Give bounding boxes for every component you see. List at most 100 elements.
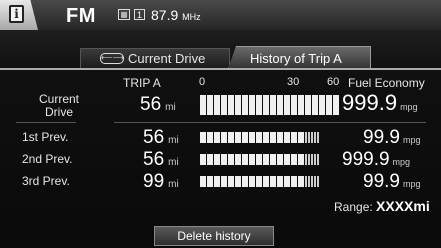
economy-bar-segment xyxy=(249,132,255,143)
economy-bar-segment xyxy=(317,176,319,187)
row-divider xyxy=(16,122,76,123)
economy-bar-segment xyxy=(249,176,255,187)
economy-bar-segment xyxy=(291,176,297,187)
economy-bar-segment xyxy=(200,95,206,115)
economy-bar-segment xyxy=(284,154,290,165)
economy-bar-segment xyxy=(228,176,234,187)
scale-0-label: 0 xyxy=(199,76,206,88)
band-label: FM xyxy=(66,5,96,27)
economy-bar-segment xyxy=(235,176,241,187)
economy-bar-segment xyxy=(298,132,304,143)
economy-bar-segment xyxy=(256,132,262,143)
economy-bar-segment xyxy=(284,176,290,187)
economy-bar-segment xyxy=(221,95,227,115)
economy-bar-segment xyxy=(214,95,220,115)
economy-bar-segment xyxy=(308,154,310,165)
row-label-current-drive: Current Drive xyxy=(38,92,79,119)
tab-underline xyxy=(0,68,441,70)
economy-value-2nd: 999.9 mpg xyxy=(342,149,411,170)
economy-bar-segment xyxy=(298,176,304,187)
economy-bar-segment xyxy=(221,154,227,165)
economy-bar-segment xyxy=(200,132,206,143)
current-drive-icon: ⟵⟶ xyxy=(100,53,124,64)
economy-bar-segment xyxy=(263,95,269,115)
economy-bar-segment xyxy=(228,95,234,115)
economy-bar-segment xyxy=(256,95,262,115)
economy-bar-segment xyxy=(277,154,283,165)
economy-bar-segment xyxy=(277,176,283,187)
economy-bar-segment xyxy=(317,154,319,165)
scale-30-label: 30 xyxy=(287,76,300,88)
economy-bar-segment xyxy=(305,132,307,143)
economy-bar-segment xyxy=(308,132,310,143)
economy-value-3rd: 99.9 mpg xyxy=(363,171,421,192)
tab-current-drive-label: Current Drive xyxy=(128,51,206,66)
scale-60-label: 60 xyxy=(327,76,340,88)
economy-bar-segment xyxy=(326,95,332,115)
economy-bar-segment xyxy=(228,154,234,165)
row-label-1st-prev: 1st Prev. xyxy=(22,130,69,144)
economy-bar-segment xyxy=(333,95,339,115)
delete-history-button[interactable]: Delete history xyxy=(154,226,274,246)
row-label-2nd-prev: 2nd Prev. xyxy=(22,152,73,166)
economy-value-current: 999.9 mpg xyxy=(342,90,418,115)
frequency: 87.9 MHz xyxy=(151,7,201,23)
economy-bar-segment xyxy=(228,132,234,143)
economy-bar-segment xyxy=(291,154,297,165)
tab-history-label: History of Trip A xyxy=(250,51,342,66)
trip-value-current: 56 mi xyxy=(140,94,176,115)
economy-bar-2nd xyxy=(200,154,319,165)
economy-bar-segment xyxy=(298,154,304,165)
economy-bar-segment xyxy=(314,132,316,143)
economy-bar-segment xyxy=(312,95,318,115)
economy-bar-segment xyxy=(270,95,276,115)
row-label-3rd-prev: 3rd Prev. xyxy=(22,174,70,188)
economy-value-1st: 99.9 mpg xyxy=(363,127,421,148)
economy-bar-segment xyxy=(242,132,248,143)
economy-bar-segment xyxy=(200,154,206,165)
economy-bar-segment xyxy=(221,176,227,187)
economy-bar-segment xyxy=(249,95,255,115)
range-readout: Range: XXXXmi xyxy=(334,198,430,214)
economy-bar-segment xyxy=(263,176,269,187)
economy-bar-segment xyxy=(207,176,213,187)
economy-bar-1st xyxy=(200,132,319,143)
economy-bar-segment xyxy=(284,95,290,115)
economy-bar-segment xyxy=(317,132,319,143)
economy-bar-segment xyxy=(270,154,276,165)
economy-bar-segment xyxy=(214,176,220,187)
info-icon: i xyxy=(9,5,24,23)
economy-bar-segment xyxy=(277,132,283,143)
economy-bar-segment xyxy=(207,95,213,115)
economy-bar-segment xyxy=(314,176,316,187)
economy-bar-segment xyxy=(214,132,220,143)
economy-bar-segment xyxy=(308,176,310,187)
economy-bar-segment xyxy=(235,132,241,143)
economy-bar-segment xyxy=(200,176,206,187)
economy-bar-segment xyxy=(214,154,220,165)
economy-bar-segment xyxy=(277,95,283,115)
economy-bar-segment xyxy=(298,95,304,115)
row-divider xyxy=(114,122,426,123)
trip-value-1st: 56 mi xyxy=(143,127,179,148)
economy-bar-3rd xyxy=(200,176,319,187)
economy-bar-segment xyxy=(242,176,248,187)
economy-bar-segment xyxy=(263,154,269,165)
fuel-economy-header: Fuel Economy xyxy=(348,76,425,90)
economy-bar-segment xyxy=(242,95,248,115)
economy-bar-segment xyxy=(291,95,297,115)
preset-icon: ▦ xyxy=(118,9,130,20)
economy-bar-segment xyxy=(270,176,276,187)
economy-bar-segment xyxy=(242,154,248,165)
economy-bar-segment xyxy=(305,95,311,115)
economy-bar-segment xyxy=(235,154,241,165)
economy-bar-segment xyxy=(311,176,313,187)
economy-bar-segment xyxy=(263,132,269,143)
economy-bar-segment xyxy=(270,132,276,143)
economy-bar-segment xyxy=(305,176,307,187)
economy-bar-segment xyxy=(305,154,307,165)
economy-bar-segment xyxy=(221,132,227,143)
economy-bar-segment xyxy=(291,132,297,143)
trip-value-2nd: 56 mi xyxy=(143,149,179,170)
economy-bar-segment xyxy=(284,132,290,143)
